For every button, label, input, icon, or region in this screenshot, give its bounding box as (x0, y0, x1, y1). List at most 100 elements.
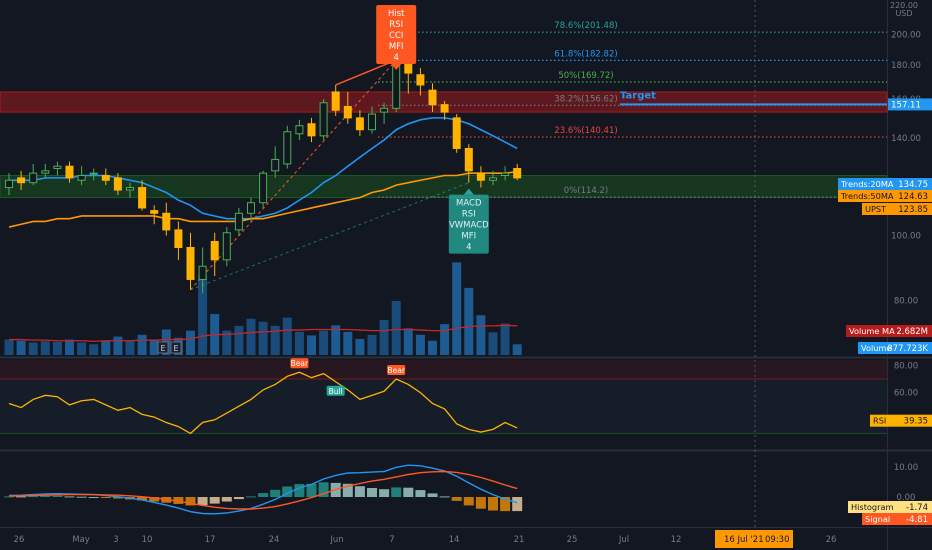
candle-body[interactable] (17, 177, 26, 184)
candle-body[interactable] (186, 246, 195, 280)
macd-histogram-bar (415, 490, 426, 497)
candle-body[interactable] (198, 265, 207, 280)
time-tick-label: 26 (826, 535, 837, 545)
macd-histogram-bar (354, 486, 365, 497)
price-tick-label: 100.00 (891, 232, 921, 242)
candle-body[interactable] (307, 123, 316, 137)
candle-body[interactable] (259, 172, 268, 204)
trading-chart[interactable]: 78.6%(201.48) 61.8%(182.82) 50%(169.72) 38.… (0, 0, 932, 550)
time-tick-label: 10 (142, 535, 153, 545)
candle-body[interactable] (210, 241, 219, 261)
candle-body[interactable] (392, 62, 401, 109)
volume-bar (403, 328, 413, 355)
fib-level-label: 78.6%(201.48) (554, 21, 617, 31)
candle-body[interactable] (331, 91, 340, 111)
candle-body[interactable] (234, 212, 243, 231)
candle-body[interactable] (440, 104, 449, 113)
volume-bar (415, 334, 425, 355)
candle-body[interactable] (41, 170, 50, 174)
time-tick-label: 7 (389, 535, 394, 545)
candle-body[interactable] (343, 105, 352, 119)
marker-text: RSI (462, 210, 476, 220)
candle-body[interactable] (101, 175, 110, 181)
candle-body[interactable] (368, 113, 376, 131)
price-axis-unit: USD (895, 9, 912, 18)
candle-body[interactable] (29, 172, 38, 184)
rsi-signal-label: Bear (291, 359, 309, 368)
candle-body[interactable] (65, 165, 74, 179)
fib-level-label: 0%(114.2) (564, 186, 608, 196)
candle-body[interactable] (380, 107, 389, 113)
candle-body[interactable] (355, 117, 364, 131)
volume-bar (101, 340, 111, 355)
target-price-tag: 157.11 (891, 100, 921, 110)
candle-body[interactable] (513, 168, 522, 179)
candle-body[interactable] (501, 172, 510, 177)
candle-body[interactable] (489, 177, 497, 181)
time-tick-label: May (72, 535, 90, 545)
volume-bar (440, 324, 450, 355)
candle-body[interactable] (89, 172, 98, 175)
time-tick-label: 3 (113, 535, 118, 545)
macd-histogram-bar (488, 497, 498, 511)
volume-bar (500, 323, 510, 355)
macd-histogram-bar (439, 496, 450, 498)
macd-tick-label: 10.00 (894, 463, 918, 473)
volume-bar (125, 340, 135, 355)
volume-bar (234, 325, 244, 355)
candle-body[interactable] (5, 179, 13, 189)
candle-body[interactable] (174, 229, 183, 248)
macd-histogram-bar (209, 497, 220, 504)
rsi-signal-label: Bear (387, 366, 405, 375)
candle-body[interactable] (113, 177, 122, 191)
volume-bar (452, 262, 462, 355)
candle-body[interactable] (126, 187, 134, 191)
rsi-pane[interactable]: 80.0060.0040.00BearBullBear (0, 358, 918, 435)
candle-body[interactable] (416, 74, 425, 86)
macd-histogram-bar (100, 497, 111, 498)
axis-tag-label: Trends:20MA (840, 179, 894, 189)
macd-histogram-bar (379, 489, 390, 497)
candle-body[interactable] (271, 158, 280, 172)
time-tick-label: 26 (14, 535, 25, 545)
axis-tag-label: UPST (865, 204, 887, 214)
macd-histogram-bar (367, 488, 377, 497)
candle-body[interactable] (283, 131, 292, 165)
candle-body[interactable] (77, 175, 86, 181)
volume-bar (428, 340, 437, 355)
volume-bar (16, 340, 26, 355)
macd-histogram-bar (233, 497, 244, 500)
candle-body[interactable] (452, 117, 461, 149)
time-tick-label: 21 (514, 535, 525, 545)
macd-histogram-bar (197, 497, 208, 506)
volume-bar (391, 300, 401, 355)
cursor-time-label: 09:30 (765, 535, 790, 545)
rsi-band (0, 379, 887, 434)
candle-body[interactable] (295, 125, 304, 135)
axis-tag-label: Volume MA (849, 326, 895, 336)
candle-body[interactable] (53, 165, 62, 170)
candle-body[interactable] (476, 172, 485, 181)
axis-tag-value: 877.723K (887, 344, 928, 354)
earnings-marker-label: E (160, 344, 165, 353)
candle-body[interactable] (150, 210, 159, 214)
macd-histogram-bar (258, 493, 269, 497)
candle-body[interactable] (222, 232, 231, 261)
candle-body[interactable] (247, 202, 255, 214)
candle-body[interactable] (138, 187, 147, 209)
axis-tag-label: Histogram (851, 502, 893, 512)
marker-text: CCI (389, 31, 403, 41)
macd-histogram-bar (64, 496, 75, 498)
axis-tag-value: 39.35 (904, 417, 928, 427)
marker-text: 4 (466, 243, 471, 253)
marker-text: Hist (388, 9, 405, 19)
axis-tag-value: 134.75 (898, 180, 928, 190)
macd-histogram-bar (88, 497, 99, 498)
rsi-tick-label: 60.00 (894, 389, 918, 399)
volume-bar (258, 321, 268, 355)
time-tick-label: Jul (618, 535, 629, 545)
candle-body[interactable] (162, 212, 171, 231)
candle-body[interactable] (464, 147, 473, 172)
candle-body[interactable] (428, 89, 437, 106)
candle-body[interactable] (319, 102, 328, 137)
